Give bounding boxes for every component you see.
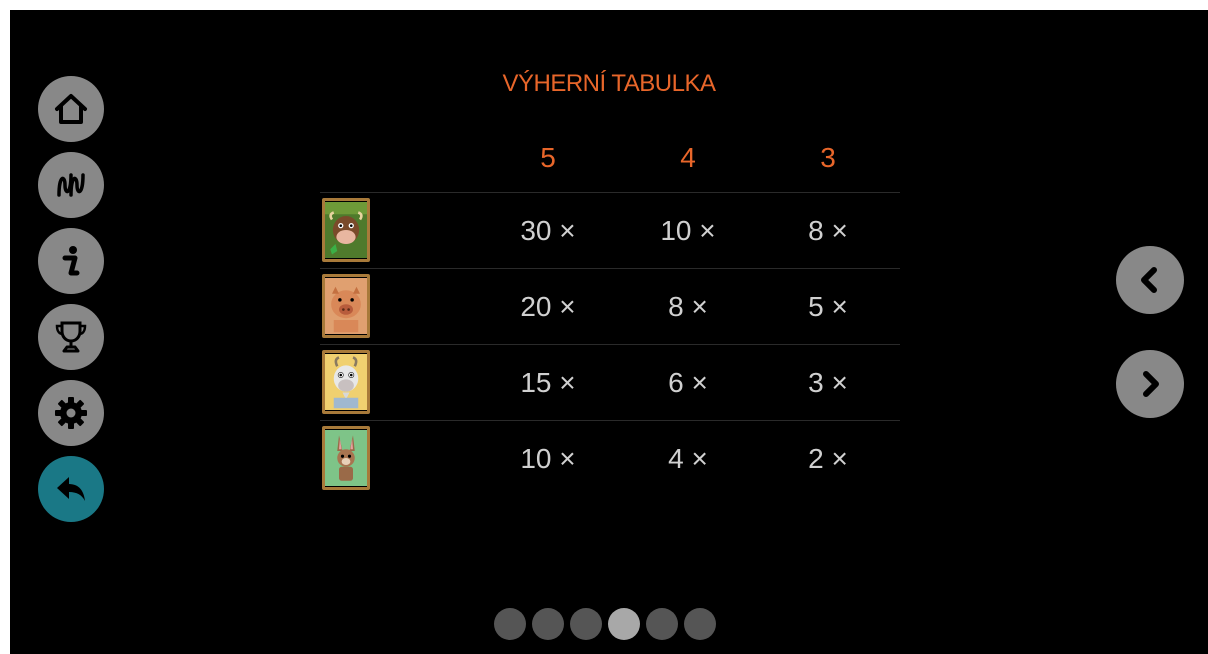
payout-5: 10 × xyxy=(520,443,576,474)
payout-4: 4 × xyxy=(668,443,708,474)
next-page-button[interactable] xyxy=(1116,350,1184,418)
home-icon xyxy=(55,94,87,124)
pig-symbol xyxy=(322,274,370,338)
goat-symbol xyxy=(322,350,370,414)
payout-4: 8 × xyxy=(668,291,708,322)
info-button[interactable] xyxy=(38,228,104,294)
cow-symbol xyxy=(322,198,370,262)
home-button[interactable] xyxy=(38,76,104,142)
header-4-of-a-kind: 4 xyxy=(680,142,696,173)
settings-button[interactable] xyxy=(38,380,104,446)
page-title: VÝHERNÍ TABULKA xyxy=(502,70,716,97)
table-row: 20 × 8 × 5 × xyxy=(320,269,900,345)
page-dot[interactable] xyxy=(532,608,564,640)
paylines-icon xyxy=(57,173,85,197)
paytable-header: 5 4 3 xyxy=(320,130,900,193)
previous-page-button[interactable] xyxy=(1116,246,1184,314)
payout-4: 6 × xyxy=(668,367,708,398)
header-3-of-a-kind: 3 xyxy=(820,142,836,173)
chevron-right-icon xyxy=(1143,371,1159,397)
table-row: 10 × 4 × 2 × xyxy=(320,421,900,496)
paylines-button[interactable] xyxy=(38,152,104,218)
header-5-of-a-kind: 5 xyxy=(540,142,556,173)
payout-5: 15 × xyxy=(520,367,576,398)
payout-3: 2 × xyxy=(808,443,848,474)
gear-icon xyxy=(55,397,87,429)
trophy-button[interactable] xyxy=(38,304,104,370)
payout-5: 30 × xyxy=(520,215,576,246)
paytable: 5 4 3 30 × 10 × 8 × 20 × 8 × 5 × 15 × 6 … xyxy=(320,130,900,496)
back-button[interactable] xyxy=(38,456,104,522)
rabbit-symbol xyxy=(322,426,370,490)
table-row: 15 × 6 × 3 × xyxy=(320,345,900,421)
payout-5: 20 × xyxy=(520,291,576,322)
page-dot[interactable] xyxy=(684,608,716,640)
table-row: 30 × 10 × 8 × xyxy=(320,193,900,269)
page-dot[interactable] xyxy=(570,608,602,640)
page-dot-current[interactable] xyxy=(608,608,640,640)
chevron-left-icon xyxy=(1141,267,1157,293)
trophy-icon xyxy=(55,321,87,353)
pagination xyxy=(494,608,716,640)
back-icon xyxy=(57,477,85,501)
page-dot[interactable] xyxy=(494,608,526,640)
info-icon xyxy=(62,246,80,276)
game-info-screen: VÝHERNÍ TABULKA 5 4 3 30 × 10 × 8 × 20 ×… xyxy=(10,10,1208,654)
payout-3: 3 × xyxy=(808,367,848,398)
payout-4: 10 × xyxy=(660,215,716,246)
page-dot[interactable] xyxy=(646,608,678,640)
payout-3: 8 × xyxy=(808,215,848,246)
payout-3: 5 × xyxy=(808,291,848,322)
